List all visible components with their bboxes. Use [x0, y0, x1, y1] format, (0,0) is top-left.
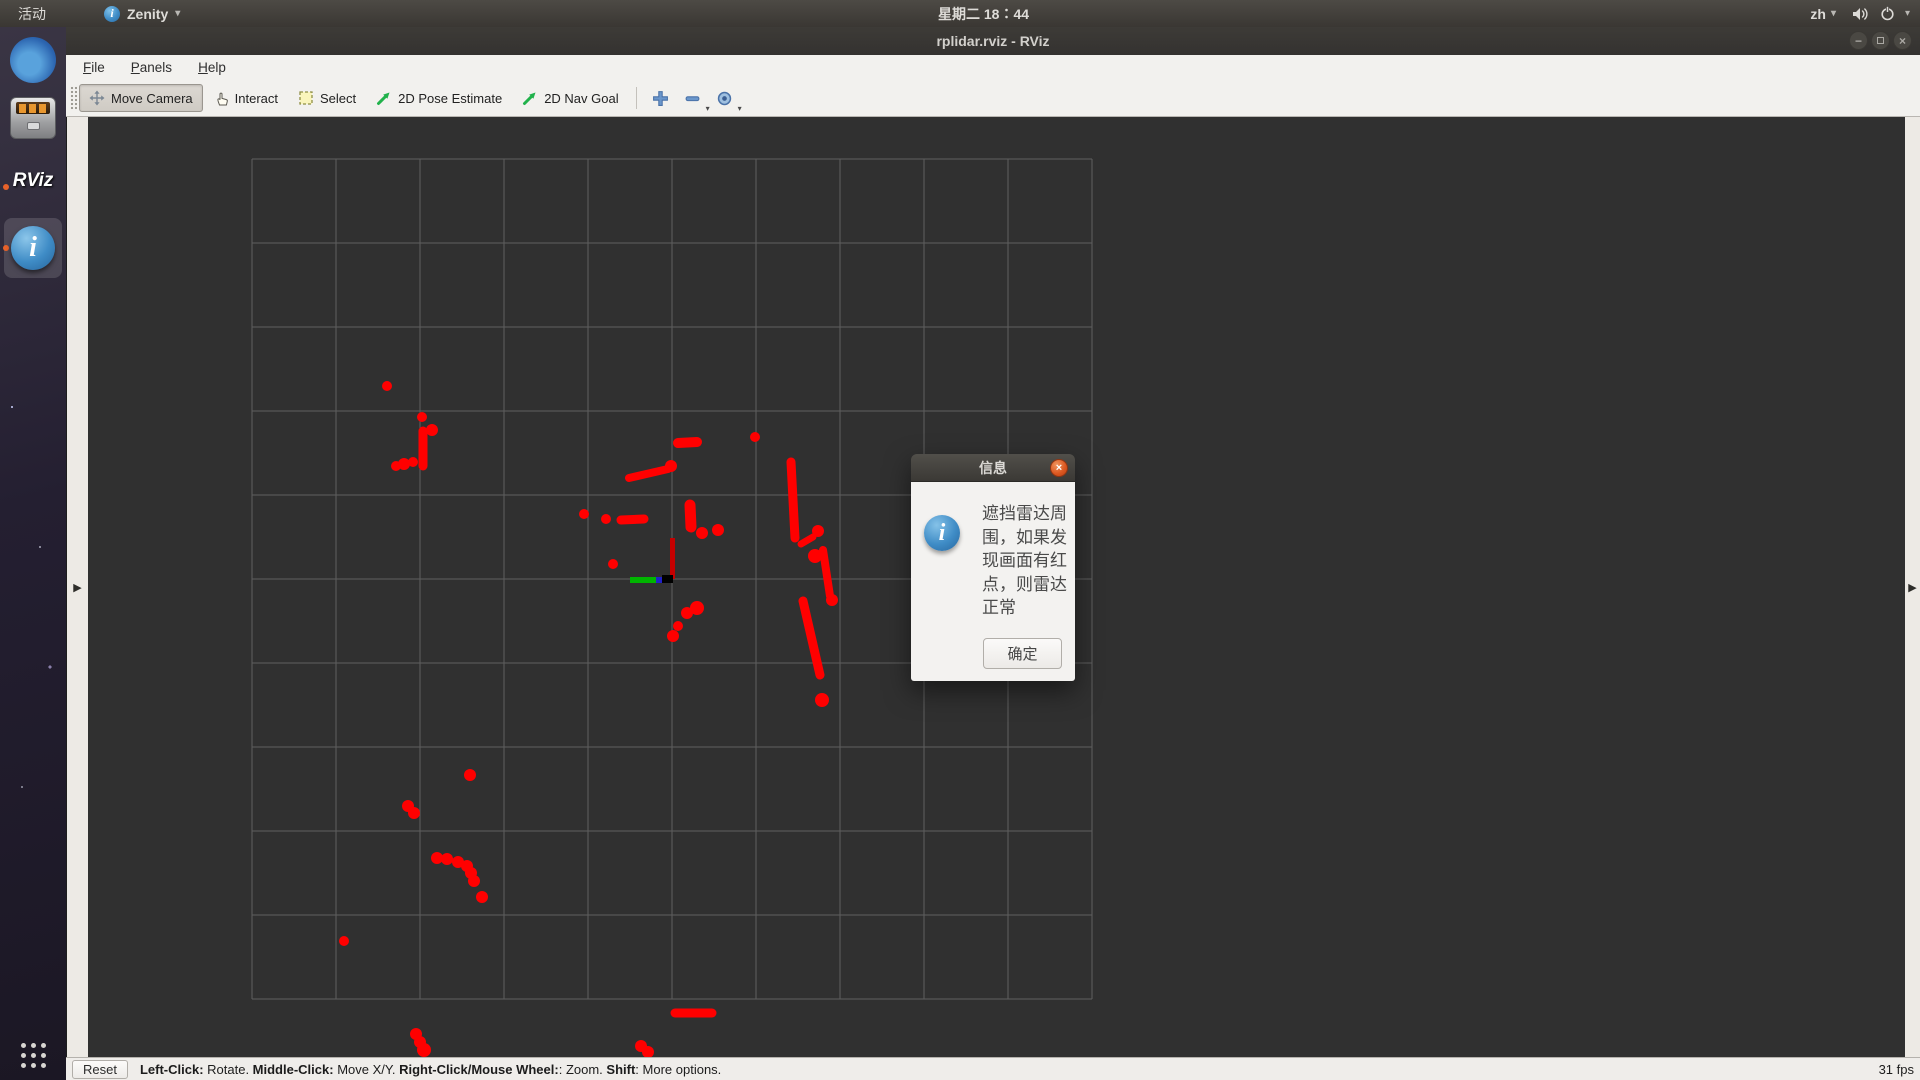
focus-camera-button[interactable]: ▾ — [712, 85, 738, 111]
dock-item-zenity-info[interactable]: i — [0, 217, 66, 279]
green-arrow-icon — [522, 90, 538, 106]
chevron-down-icon: ▾ — [738, 104, 742, 113]
maximize-button[interactable] — [1871, 31, 1890, 50]
tool-2d-nav-goal[interactable]: 2D Nav Goal — [513, 85, 627, 111]
apps-grid-icon — [21, 1043, 46, 1068]
dock-item-files[interactable] — [0, 97, 66, 139]
chevron-down-icon: ▾ — [706, 104, 710, 113]
chevron-down-icon: ▾ — [1831, 8, 1836, 19]
gnome-top-bar: 活动 i Zenity ▾ 星期二 18∶44 zh ▾ ▾ — [0, 0, 1920, 27]
tool-select[interactable]: Select — [289, 85, 365, 111]
tool-interact[interactable]: Interact — [205, 85, 287, 111]
minimize-button[interactable]: − — [1849, 31, 1868, 50]
mouse-hint-text: Left-Click: Rotate. Middle-Click: Move X… — [140, 1062, 721, 1077]
move-camera-icon — [89, 90, 105, 106]
tool-label: Move Camera — [111, 91, 193, 106]
input-method-indicator[interactable]: zh ▾ — [1810, 6, 1836, 22]
tool-label: Select — [320, 91, 356, 106]
show-applications-button[interactable] — [0, 1035, 66, 1075]
expand-right-icon: ▶ — [73, 581, 81, 594]
input-method-label: zh — [1810, 6, 1826, 22]
tool-label: Interact — [235, 91, 278, 106]
firefox-icon — [10, 37, 56, 83]
info-icon: i — [11, 226, 55, 270]
app-menu-label: Zenity — [127, 6, 168, 22]
dialog-title: 信息 — [979, 458, 1007, 478]
reset-button[interactable]: Reset — [72, 1060, 128, 1079]
maximize-icon — [1877, 37, 1884, 44]
info-icon: i — [924, 515, 960, 551]
menu-bar: File Panels Help — [66, 55, 1920, 80]
tool-label: 2D Pose Estimate — [398, 91, 502, 106]
info-dialog: 信息 × i 遮挡雷达周围，如果发现画面有红点，则雷达正常 确定 — [911, 454, 1075, 681]
system-status-area[interactable]: ▾ — [1852, 6, 1910, 21]
chevron-down-icon: ▾ — [175, 8, 180, 19]
dock-item-firefox[interactable] — [0, 37, 66, 83]
expand-right-icon: ▶ — [1908, 581, 1916, 594]
app-menu-button[interactable]: i Zenity ▾ — [92, 6, 192, 22]
dialog-body: i 遮挡雷达周围，如果发现画面有红点，则雷达正常 确定 — [911, 482, 1075, 681]
fps-counter: 31 fps — [1879, 1062, 1914, 1077]
chevron-down-icon: ▾ — [1905, 8, 1910, 19]
status-bar: Reset Left-Click: Rotate. Middle-Click: … — [66, 1057, 1920, 1080]
dialog-title-bar[interactable]: 信息 × — [911, 454, 1075, 482]
window-title: rplidar.rviz - RViz — [936, 33, 1049, 49]
focus-icon — [716, 90, 733, 107]
tool-label: 2D Nav Goal — [544, 91, 618, 106]
close-button[interactable]: × — [1893, 31, 1912, 50]
plus-icon — [652, 90, 669, 107]
menu-panels[interactable]: Panels — [122, 58, 181, 77]
zenity-info-icon: i — [104, 6, 120, 22]
menu-help[interactable]: Help — [189, 58, 235, 77]
green-arrow-icon — [376, 90, 392, 106]
file-cabinet-icon — [10, 97, 56, 139]
right-panel-expander[interactable]: ▶ — [1905, 117, 1920, 1057]
dock: RViz i — [0, 27, 66, 1080]
minus-icon — [684, 90, 701, 107]
dock-item-rviz[interactable]: RViz — [0, 170, 66, 192]
hand-pointer-icon — [214, 90, 229, 106]
dialog-close-button[interactable]: × — [1050, 459, 1068, 477]
running-indicator — [3, 184, 9, 190]
zoom-out-button[interactable]: ▾ — [680, 85, 706, 111]
toolbar: Move Camera Interact Select 2D Pose Esti… — [66, 80, 1920, 117]
running-indicator — [3, 245, 9, 251]
selection-box-icon — [298, 90, 314, 106]
activities-button[interactable]: 活动 — [0, 0, 64, 27]
toolbar-separator — [636, 87, 637, 109]
tool-2d-pose-estimate[interactable]: 2D Pose Estimate — [367, 85, 511, 111]
dialog-message: 遮挡雷达周围，如果发现画面有红点，则雷达正常 — [982, 502, 1074, 620]
power-icon — [1880, 6, 1895, 21]
rviz-logo: RViz — [13, 170, 53, 192]
ok-button[interactable]: 确定 — [983, 638, 1062, 669]
volume-icon — [1852, 7, 1870, 21]
left-panel-expander[interactable]: ▶ — [67, 117, 88, 1057]
toolbar-drag-handle[interactable] — [70, 86, 77, 110]
window-title-bar[interactable]: rplidar.rviz - RViz − × — [66, 27, 1920, 55]
menu-file[interactable]: File — [74, 58, 114, 77]
zoom-in-button[interactable] — [648, 85, 674, 111]
tool-move-camera[interactable]: Move Camera — [79, 84, 203, 112]
clock[interactable]: 星期二 18∶44 — [938, 0, 1029, 27]
